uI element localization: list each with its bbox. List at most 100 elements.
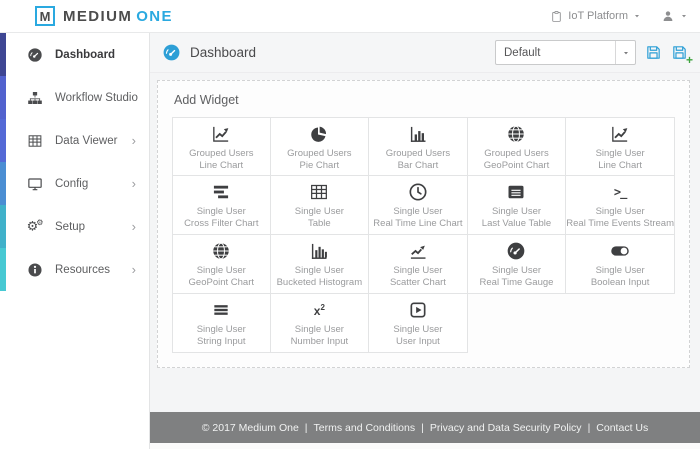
chevron-right-icon: › — [131, 219, 136, 234]
line-chart-icon — [610, 124, 630, 144]
top-bar: M MEDIUM ONE IoT Platform — [0, 0, 700, 33]
widget-grouped-users-bar-chart[interactable]: Grouped Users Bar Chart — [369, 117, 468, 176]
chevron-right-icon: › — [131, 262, 136, 277]
scatter-icon — [408, 241, 428, 261]
widget-type-label: Pie Chart — [299, 160, 340, 171]
widget-type-label: Real Time Line Chart — [373, 218, 463, 229]
add-widget-panel: Add Widget Grouped Users Line Chart Groupe… — [157, 80, 690, 368]
widget-single-user-bucketed-histogram[interactable]: Single User Bucketed Histogram — [270, 235, 370, 294]
gauge-filled-icon — [27, 47, 43, 63]
caret-down-icon — [680, 12, 688, 20]
widget-single-user-real-time-gauge[interactable]: Single User Real Time Gauge — [467, 235, 567, 294]
monitor-icon — [27, 176, 43, 192]
widget-single-user-geopoint-chart[interactable]: Single User GeoPoint Chart — [172, 235, 271, 294]
pie-chart-icon — [309, 124, 329, 144]
widget-type-label: Real Time Gauge — [479, 277, 554, 288]
x2-icon: x2 — [313, 302, 325, 318]
sidebar-item-label: Data Viewer — [55, 134, 118, 147]
widget-type-label: Cross Filter Chart — [184, 218, 259, 229]
brand-text: MEDIUM ONE — [63, 8, 173, 25]
sidebar-item-label: Workflow Studio — [55, 91, 138, 104]
footer-copyright: © 2017 Medium One — [201, 421, 299, 434]
footer-separator: | — [421, 421, 424, 434]
list-table-icon — [506, 182, 526, 202]
widget-group-label: Grouped Users — [287, 148, 352, 159]
widget-single-user-user-input[interactable]: Single User User Input — [369, 294, 468, 353]
chevron-right-icon: › — [131, 176, 136, 191]
widget-group-label: Single User — [294, 206, 344, 217]
widget-grouped-users-geopoint-chart[interactable]: Grouped Users GeoPoint Chart — [467, 117, 567, 176]
widget-group-label: Single User — [196, 324, 246, 335]
sidebar-item-workflow-studio[interactable]: Workflow Studio — [0, 76, 149, 119]
widget-group-label: Grouped Users — [484, 148, 549, 159]
sidebar-item-config[interactable]: Config › — [0, 162, 149, 205]
footer-link-privacy-and-data-security-policy[interactable]: Privacy and Data Security Policy — [430, 422, 582, 434]
widget-type-label: String Input — [196, 336, 246, 347]
save-dashboard-button[interactable] — [645, 44, 662, 61]
page: M MEDIUM ONE IoT Platform Dashboard Workfl… — [0, 0, 700, 449]
widget-group-label: Single User — [595, 265, 645, 276]
footer-separator: | — [304, 421, 308, 434]
page-title: Dashboard — [190, 45, 257, 60]
widget-group-label: Single User — [393, 265, 443, 276]
widget-group-label: Grouped Users — [385, 148, 451, 159]
sidebar-nav: Dashboard Workflow Studio Data Viewer › Conf… — [0, 33, 149, 291]
widget-single-user-string-input[interactable]: Single User String Input — [172, 294, 271, 353]
gauge-filled-icon — [506, 241, 526, 261]
bar-chart-icon — [408, 124, 428, 144]
platform-menu[interactable]: IoT Platform — [550, 10, 641, 23]
widget-single-user-real-time-events-stream[interactable]: >_ Single User Real Time Events Stream — [566, 176, 675, 235]
widget-single-user-table[interactable]: Single User Table — [270, 176, 370, 235]
footer-link-contact-us[interactable]: Contact Us — [596, 422, 648, 434]
sidebar-item-label: Resources — [55, 263, 110, 276]
brand-one: ONE — [136, 7, 173, 25]
widget-type-label: Line Chart — [199, 160, 244, 171]
select-caret-icon — [615, 41, 635, 64]
footer-link-terms-and-conditions[interactable]: Terms and Conditions — [314, 422, 416, 434]
widget-single-user-last-value-table[interactable]: Single User Last Value Table — [467, 176, 567, 235]
widget-single-user-scatter-chart[interactable]: Single User Scatter Chart — [369, 235, 468, 294]
sidebar-item-resources[interactable]: Resources › — [0, 248, 149, 291]
widget-single-user-line-chart[interactable]: Single User Line Chart — [566, 117, 675, 176]
widget-single-user-real-time-line-chart[interactable]: Single User Real Time Line Chart — [369, 176, 468, 235]
table-icon — [27, 133, 43, 149]
add-widget-title: Add Widget — [174, 93, 239, 107]
footer: © 2017 Medium One | Terms and Conditions | P… — [150, 412, 700, 443]
sitemap-icon — [27, 90, 43, 106]
widget-group-label: Single User — [595, 148, 645, 159]
main-header: Dashboard Default + — [150, 33, 700, 73]
person-icon — [661, 9, 675, 23]
save-dashboard-as-button[interactable]: + — [671, 44, 693, 66]
sidebar: Dashboard Workflow Studio Data Viewer › Conf… — [0, 33, 150, 449]
user-menu[interactable] — [661, 9, 688, 23]
medium-one-logo: M MEDIUM ONE — [35, 6, 173, 26]
logo-m-icon: M — [35, 6, 55, 26]
sidebar-item-setup[interactable]: ⚙⚙ Setup › — [0, 205, 149, 248]
toggle-icon — [610, 241, 630, 261]
main-content: Add Widget Grouped Users Line Chart Groupe… — [150, 73, 700, 412]
widget-single-user-cross-filter-chart[interactable]: Single User Cross Filter Chart — [172, 176, 271, 235]
main-area: Dashboard Default + Add Widget Grouped U… — [150, 33, 700, 449]
widget-single-user-number-input[interactable]: x2 Single User Number Input — [270, 294, 370, 353]
widget-type-label: Bucketed Histogram — [276, 277, 363, 288]
widget-type-label: Bar Chart — [397, 160, 439, 171]
globe-icon — [506, 124, 526, 144]
widget-single-user-boolean-input[interactable]: Single User Boolean Input — [566, 235, 675, 294]
widget-group-label: Single User — [196, 206, 246, 217]
sidebar-item-dashboard[interactable]: Dashboard — [0, 33, 149, 76]
widget-type-label: Line Chart — [598, 160, 643, 171]
widget-group-label: Single User — [491, 206, 542, 217]
play-box-icon — [408, 300, 428, 320]
caret-down-icon — [633, 12, 641, 20]
dashboard-select[interactable]: Default — [495, 40, 636, 65]
clipboard-icon — [550, 10, 563, 23]
widget-grouped-users-pie-chart[interactable]: Grouped Users Pie Chart — [270, 117, 370, 176]
widget-grouped-users-line-chart[interactable]: Grouped Users Line Chart — [172, 117, 271, 176]
footer-bottom-strip — [150, 443, 700, 449]
sidebar-accent-strip — [0, 33, 6, 291]
widget-type-label: Boolean Input — [590, 277, 650, 288]
sidebar-item-data-viewer[interactable]: Data Viewer › — [0, 119, 149, 162]
widget-type-label: Scatter Chart — [389, 277, 446, 288]
widget-type-label: User Input — [396, 336, 440, 347]
dashboard-gauge-icon — [162, 43, 181, 62]
